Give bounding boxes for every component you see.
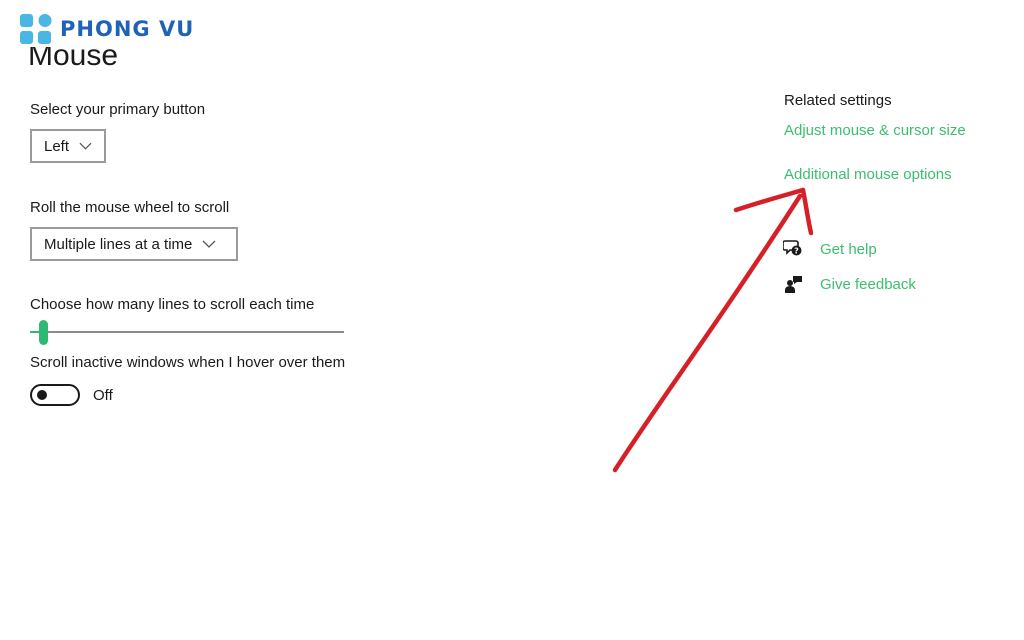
related-settings-title: Related settings bbox=[784, 92, 892, 109]
feedback-icon bbox=[785, 276, 802, 293]
primary-button-value: Left bbox=[44, 137, 70, 155]
brand-logo-icon bbox=[20, 14, 52, 44]
lines-slider-thumb[interactable] bbox=[38, 320, 48, 345]
chevron-down-icon bbox=[202, 240, 216, 248]
toggle-knob bbox=[37, 390, 47, 400]
svg-text:?: ? bbox=[794, 247, 799, 256]
adjust-cursor-size-link[interactable]: Adjust mouse & cursor size bbox=[784, 122, 966, 139]
wheel-scroll-select[interactable]: Multiple lines at a time bbox=[30, 227, 238, 261]
mouse-settings-page: PHONG VU Mouse Select your primary butto… bbox=[0, 0, 1024, 640]
give-feedback-link[interactable]: Give feedback bbox=[820, 276, 916, 293]
lines-slider-track[interactable] bbox=[30, 331, 344, 333]
scroll-inactive-label: Scroll inactive windows when I hover ove… bbox=[30, 354, 346, 371]
primary-button-label: Select your primary button bbox=[30, 101, 206, 118]
toggle-state-text: Off bbox=[93, 387, 113, 404]
chevron-down-icon bbox=[79, 142, 92, 150]
brand-name: PHONG VU bbox=[60, 17, 195, 41]
wheel-scroll-label: Roll the mouse wheel to scroll bbox=[30, 199, 230, 216]
help-icon: ? bbox=[783, 240, 802, 256]
get-help-link[interactable]: Get help bbox=[820, 241, 877, 258]
wheel-scroll-value: Multiple lines at a time bbox=[44, 235, 193, 253]
scroll-inactive-toggle[interactable] bbox=[30, 384, 80, 406]
additional-mouse-options-link[interactable]: Additional mouse options bbox=[784, 166, 952, 183]
brand-logo: PHONG VU bbox=[18, 12, 194, 46]
lines-to-scroll-label: Choose how many lines to scroll each tim… bbox=[30, 296, 315, 313]
primary-button-select[interactable]: Left bbox=[30, 129, 106, 163]
